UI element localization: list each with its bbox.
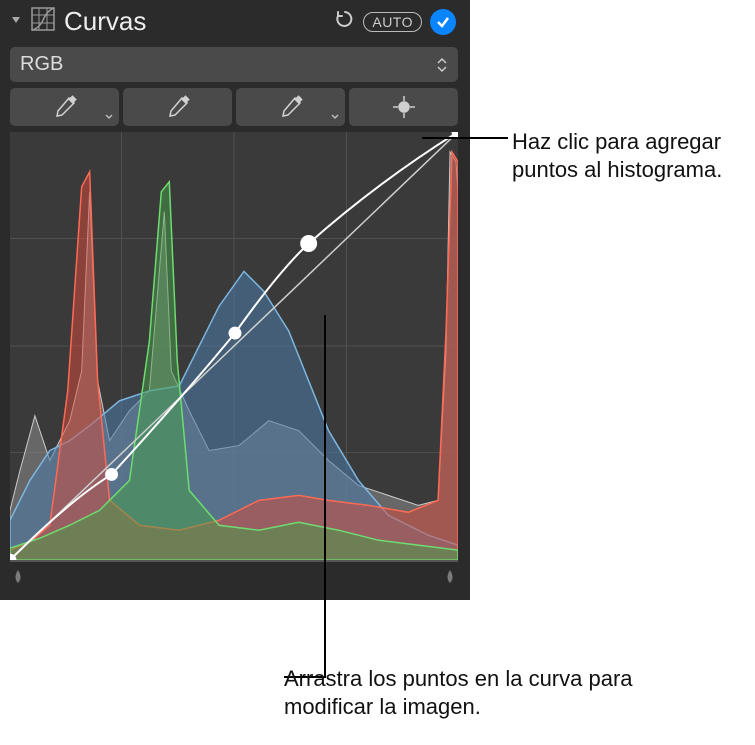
callout-line xyxy=(464,137,508,139)
curves-header: Curvas AUTO xyxy=(6,0,462,45)
panel-title: Curvas xyxy=(64,6,325,37)
enable-toggle[interactable] xyxy=(430,9,456,35)
eyedropper-white-button[interactable] xyxy=(236,88,345,126)
callout-drag-point: Arrastra los puntos en la curva para mod… xyxy=(284,665,724,720)
stepper-icon xyxy=(436,57,448,73)
add-point-button[interactable] xyxy=(349,88,458,126)
black-white-sliders[interactable] xyxy=(10,562,458,590)
black-point-slider[interactable] xyxy=(10,568,26,584)
eyedropper-tool-row xyxy=(10,88,458,126)
white-point-slider[interactable] xyxy=(442,568,458,584)
histogram-data xyxy=(10,132,458,560)
undo-icon[interactable] xyxy=(333,8,355,35)
curves-histogram[interactable] xyxy=(10,132,458,562)
channel-select[interactable]: RGB xyxy=(10,47,458,82)
channel-selected-label: RGB xyxy=(20,53,63,76)
curves-tool-icon xyxy=(30,6,56,37)
curves-panel: Curvas AUTO RGB xyxy=(0,0,470,600)
eyedropper-black-button[interactable] xyxy=(10,88,119,126)
disclosure-triangle-icon[interactable] xyxy=(10,13,22,31)
callout-add-point: Haz clic para agregar puntos al histogra… xyxy=(512,128,755,183)
auto-button[interactable]: AUTO xyxy=(363,12,422,32)
callout-line xyxy=(324,315,326,677)
eyedropper-gray-button[interactable] xyxy=(123,88,232,126)
